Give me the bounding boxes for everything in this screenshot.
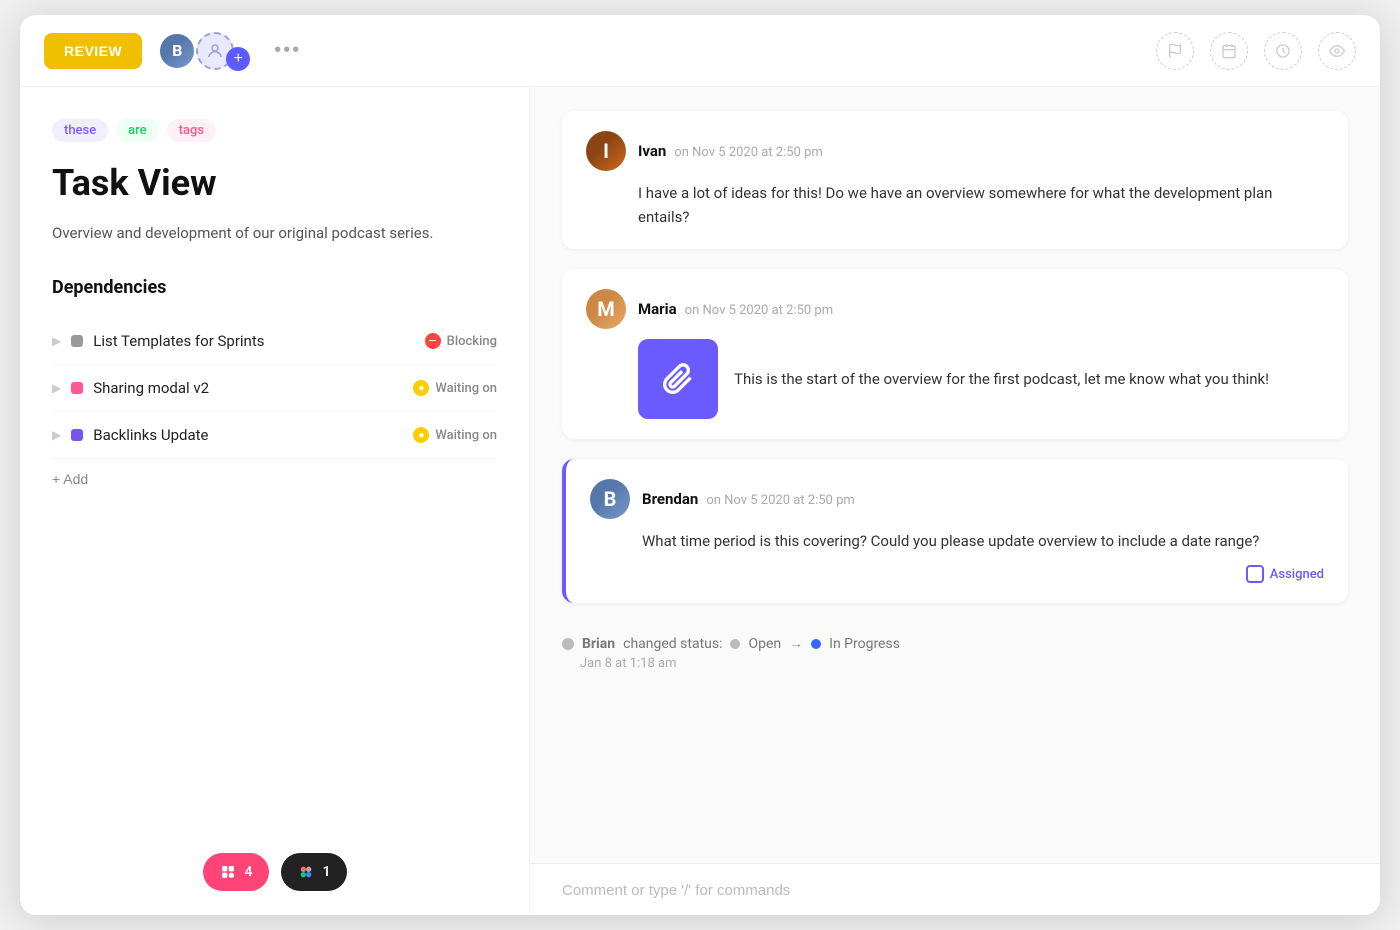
dependency-item: ▶ List Templates for Sprints — Blocking	[52, 318, 497, 365]
more-options-button[interactable]: •••	[274, 39, 301, 62]
task-description: Overview and development of our original…	[52, 221, 497, 245]
right-panel: I Ivan on Nov 5 2020 at 2:50 pm I have a…	[530, 87, 1380, 915]
toolbar-center-icons	[1156, 32, 1302, 70]
comment-author: Ivan	[638, 142, 666, 160]
attachment-text: This is the start of the overview for th…	[734, 367, 1269, 391]
status-change-action: changed status:	[623, 636, 722, 652]
main-content: these are tags Task View Overview and de…	[20, 87, 1380, 915]
comment-author: Brendan	[642, 490, 698, 508]
add-dependency-button[interactable]: + Add	[52, 459, 88, 499]
figma-icon	[219, 863, 237, 881]
attachment-content: This is the start of the overview for th…	[638, 339, 1324, 419]
status-change-row: Brian changed status: Open → In Progress	[562, 635, 1348, 652]
comment-header: M Maria on Nov 5 2020 at 2:50 pm	[586, 289, 1324, 329]
dependency-item: ▶ Backlinks Update ● Waiting on	[52, 412, 497, 459]
toolbar-right	[1318, 32, 1356, 70]
tags-row: these are tags	[52, 119, 497, 142]
flag-button[interactable]	[1156, 32, 1194, 70]
comment-body: What time period is this covering? Could…	[590, 529, 1324, 553]
waiting-icon: ●	[413, 427, 429, 443]
bottom-badges: 4 1	[203, 853, 347, 891]
left-panel: these are tags Task View Overview and de…	[20, 87, 530, 915]
avatar-maria: M	[586, 289, 626, 329]
chevron-right-icon[interactable]: ▶	[52, 428, 61, 442]
waiting-icon: ●	[413, 380, 429, 396]
dep-status-dot	[71, 335, 83, 347]
user-avatar: B	[158, 32, 196, 70]
badge-figma-dark[interactable]: 1	[281, 853, 347, 891]
comment-body-attachment: This is the start of the overview for th…	[586, 339, 1324, 419]
comment-input-bar	[530, 863, 1380, 915]
status-date: Jan 8 at 1:18 am	[562, 656, 1348, 671]
tag-tags[interactable]: tags	[167, 119, 216, 142]
figma-dark-icon	[297, 863, 315, 881]
comments-area: I Ivan on Nov 5 2020 at 2:50 pm I have a…	[530, 87, 1380, 863]
comment-header: B Brendan on Nov 5 2020 at 2:50 pm	[590, 479, 1324, 519]
dependency-item: ▶ Sharing modal v2 ● Waiting on	[52, 365, 497, 412]
comment-meta: Brendan on Nov 5 2020 at 2:50 pm	[642, 490, 855, 508]
chevron-right-icon[interactable]: ▶	[52, 381, 61, 395]
status-to: In Progress	[829, 636, 900, 652]
dependency-list: ▶ List Templates for Sprints — Blocking …	[52, 318, 497, 459]
comment-time: on Nov 5 2020 at 2:50 pm	[706, 493, 854, 508]
task-title: Task View	[52, 162, 497, 205]
calendar-button[interactable]	[1210, 32, 1248, 70]
badge-figma-count: 4	[245, 864, 253, 880]
comment-meta: Ivan on Nov 5 2020 at 2:50 pm	[638, 142, 823, 160]
comment-time: on Nov 5 2020 at 2:50 pm	[674, 145, 822, 160]
badge-dark-count: 1	[323, 864, 331, 880]
status-dot-inprogress	[811, 639, 821, 649]
comment-header: I Ivan on Nov 5 2020 at 2:50 pm	[586, 131, 1324, 171]
dep-status-dot	[71, 429, 83, 441]
assigned-badge: Assigned	[590, 565, 1324, 583]
comment-time: on Nov 5 2020 at 2:50 pm	[685, 303, 833, 318]
app-window: REVIEW B + •••	[20, 15, 1380, 915]
dependencies-title: Dependencies	[52, 277, 497, 298]
comment-body: I have a lot of ideas for this! Do we ha…	[586, 181, 1324, 229]
status-change: Brian changed status: Open → In Progress…	[562, 623, 1348, 683]
tag-are[interactable]: are	[116, 119, 158, 142]
status-dot-open	[730, 639, 740, 649]
dep-status-dot	[71, 382, 83, 394]
blocking-icon: —	[425, 333, 441, 349]
dep-label[interactable]: Sharing modal v2	[93, 379, 403, 397]
chevron-right-icon[interactable]: ▶	[52, 334, 61, 348]
tag-these[interactable]: these	[52, 119, 108, 142]
status-arrow-icon: →	[789, 635, 803, 652]
badge-figma[interactable]: 4	[203, 853, 269, 891]
status-change-author: Brian	[582, 636, 615, 652]
comment-meta: Maria on Nov 5 2020 at 2:50 pm	[638, 300, 833, 318]
dep-status-waiting: ● Waiting on	[413, 427, 497, 443]
comment-card-ivan: I Ivan on Nov 5 2020 at 2:50 pm I have a…	[562, 111, 1348, 249]
dep-label[interactable]: Backlinks Update	[93, 426, 403, 444]
attachment-preview[interactable]	[638, 339, 718, 419]
avatar-group: B +	[158, 31, 250, 71]
add-member-button[interactable]: +	[226, 47, 250, 71]
view-button[interactable]	[1318, 32, 1356, 70]
dep-status-waiting: ● Waiting on	[413, 380, 497, 396]
comment-card-brendan: B Brendan on Nov 5 2020 at 2:50 pm What …	[562, 459, 1348, 603]
toolbar: REVIEW B + •••	[20, 15, 1380, 87]
comment-author: Maria	[638, 300, 677, 318]
assigned-checkbox[interactable]	[1246, 565, 1264, 583]
avatar-brian-sm	[562, 638, 574, 650]
dep-label[interactable]: List Templates for Sprints	[93, 332, 414, 350]
avatar-ivan: I	[586, 131, 626, 171]
clock-button[interactable]	[1264, 32, 1302, 70]
comment-input[interactable]	[562, 882, 1348, 899]
status-from: Open	[748, 636, 781, 652]
comment-card-maria: M Maria on Nov 5 2020 at 2:50 pm	[562, 269, 1348, 439]
avatar-brendan: B	[590, 479, 630, 519]
dep-status-blocking: — Blocking	[425, 333, 497, 349]
assigned-label: Assigned	[1270, 567, 1324, 582]
review-button[interactable]: REVIEW	[44, 33, 142, 69]
